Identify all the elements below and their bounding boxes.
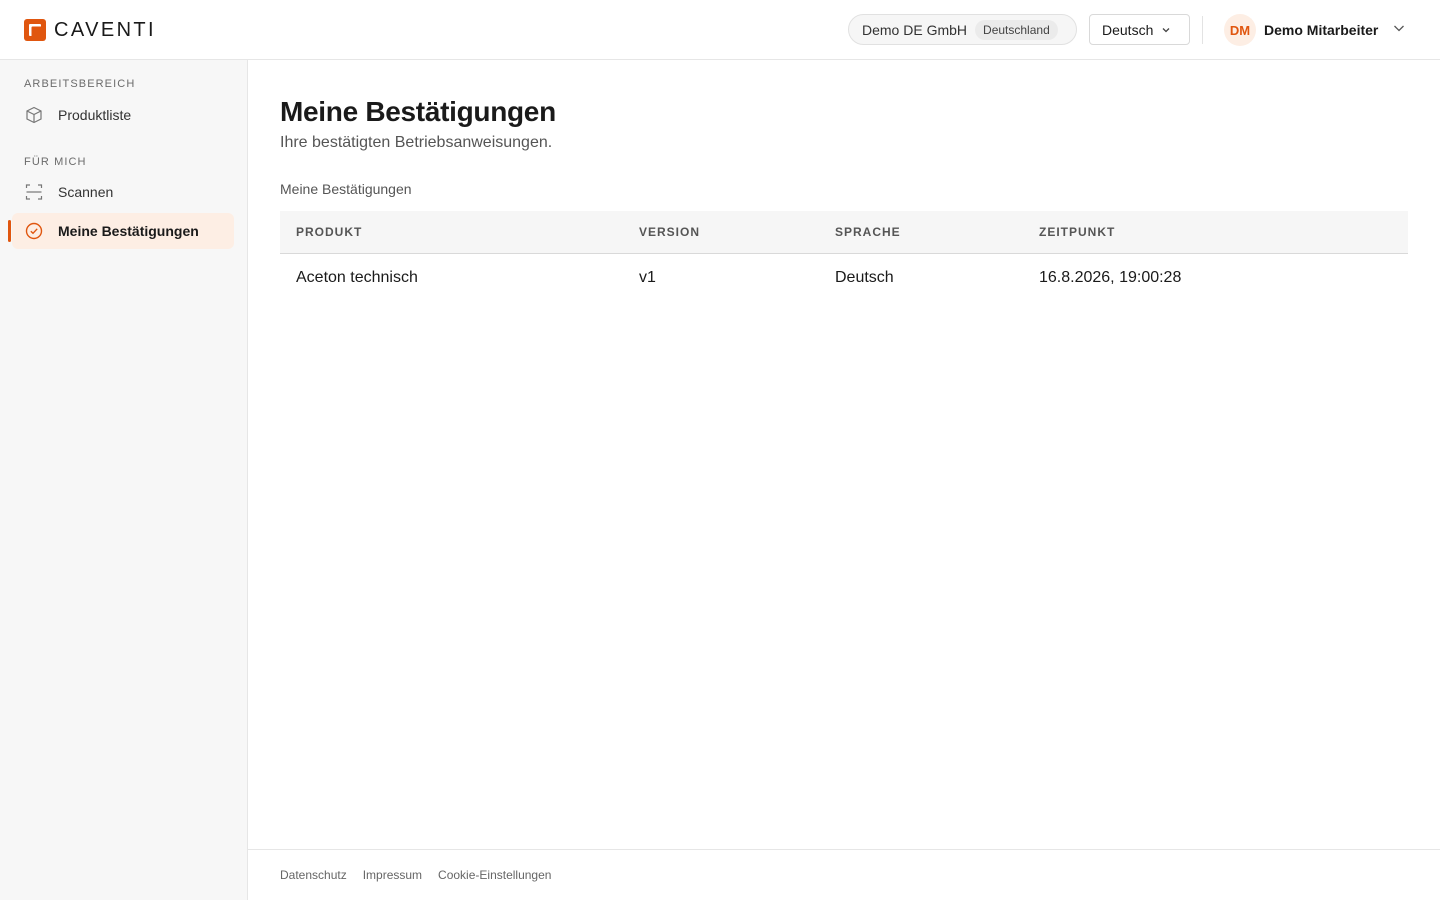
footer-link-cookie-einstellungen[interactable]: Cookie-Einstellungen bbox=[438, 868, 551, 882]
column-header-sprache[interactable]: SPRACHE bbox=[835, 225, 901, 239]
page-subtitle: Ihre bestätigten Betriebsanweisungen. bbox=[280, 134, 553, 151]
header-divider bbox=[1202, 16, 1203, 44]
organization-name: Demo DE GmbH bbox=[862, 21, 968, 38]
cell-produkt: Aceton technisch bbox=[296, 269, 418, 286]
user-name: Demo Mitarbeiter bbox=[1264, 22, 1379, 38]
sidebar-item-label: Scannen bbox=[58, 184, 114, 200]
brand-logo-link[interactable]: CAVENTI bbox=[24, 18, 156, 42]
caventi-logo-icon bbox=[24, 19, 46, 41]
column-header-version[interactable]: VERSION bbox=[639, 225, 700, 239]
avatar: DM bbox=[1224, 14, 1256, 46]
box-icon bbox=[24, 105, 44, 125]
cell-zeitpunkt: 16.8.2026, 19:00:28 bbox=[1039, 269, 1182, 286]
sidebar-section-for-me: FÜR MICH bbox=[24, 156, 87, 168]
language-select[interactable]: Deutsch bbox=[1089, 14, 1190, 45]
top-bar: CAVENTI Demo DE GmbH Deutschland Deutsch… bbox=[0, 0, 1440, 60]
cell-sprache: Deutsch bbox=[835, 269, 894, 286]
footer: Datenschutz Impressum Cookie-Einstellung… bbox=[248, 849, 1440, 900]
table-header-row: PRODUKT VERSION SPRACHE ZEITPUNKT bbox=[280, 211, 1408, 254]
brand-name: CAVENTI bbox=[54, 18, 156, 41]
language-select-value: Deutsch bbox=[1102, 21, 1154, 38]
footer-link-impressum[interactable]: Impressum bbox=[363, 868, 422, 882]
column-header-produkt[interactable]: PRODUKT bbox=[296, 225, 362, 239]
user-menu[interactable]: DM Demo Mitarbeiter bbox=[1224, 14, 1406, 46]
sidebar-item-label: Meine Bestätigungen bbox=[58, 223, 199, 239]
organization-country-badge: Deutschland bbox=[975, 19, 1058, 40]
organization-switcher[interactable]: Demo DE GmbH Deutschland bbox=[848, 14, 1077, 45]
chevron-down-icon bbox=[1161, 22, 1171, 38]
sidebar-item-produktliste[interactable]: Produktliste bbox=[12, 97, 234, 133]
confirmations-table: PRODUKT VERSION SPRACHE ZEITPUNKT Aceton… bbox=[280, 211, 1408, 302]
cell-version: v1 bbox=[639, 269, 656, 286]
sidebar-item-label: Produktliste bbox=[58, 107, 132, 123]
sidebar-section-workspace: ARBEITSBEREICH bbox=[24, 78, 136, 90]
sidebar-item-meine-bestaetigungen[interactable]: Meine Bestätigungen bbox=[12, 213, 234, 249]
active-indicator bbox=[8, 220, 11, 242]
footer-link-datenschutz[interactable]: Datenschutz bbox=[280, 868, 347, 882]
main-content: Meine Bestätigungen Ihre bestätigten Bet… bbox=[248, 60, 1440, 850]
scan-icon bbox=[24, 182, 44, 202]
column-header-zeitpunkt[interactable]: ZEITPUNKT bbox=[1039, 225, 1115, 239]
chevron-down-icon bbox=[1392, 21, 1406, 40]
check-circle-icon bbox=[24, 221, 44, 241]
table-caption: Meine Bestätigungen bbox=[280, 181, 412, 197]
sidebar-item-scannen[interactable]: Scannen bbox=[12, 174, 234, 210]
table-row[interactable]: Aceton technisch v1 Deutsch 16.8.2026, 1… bbox=[280, 254, 1408, 302]
sidebar: ARBEITSBEREICH Produktliste FÜR MICH Sca… bbox=[0, 60, 248, 900]
page-title: Meine Bestätigungen bbox=[280, 96, 556, 127]
